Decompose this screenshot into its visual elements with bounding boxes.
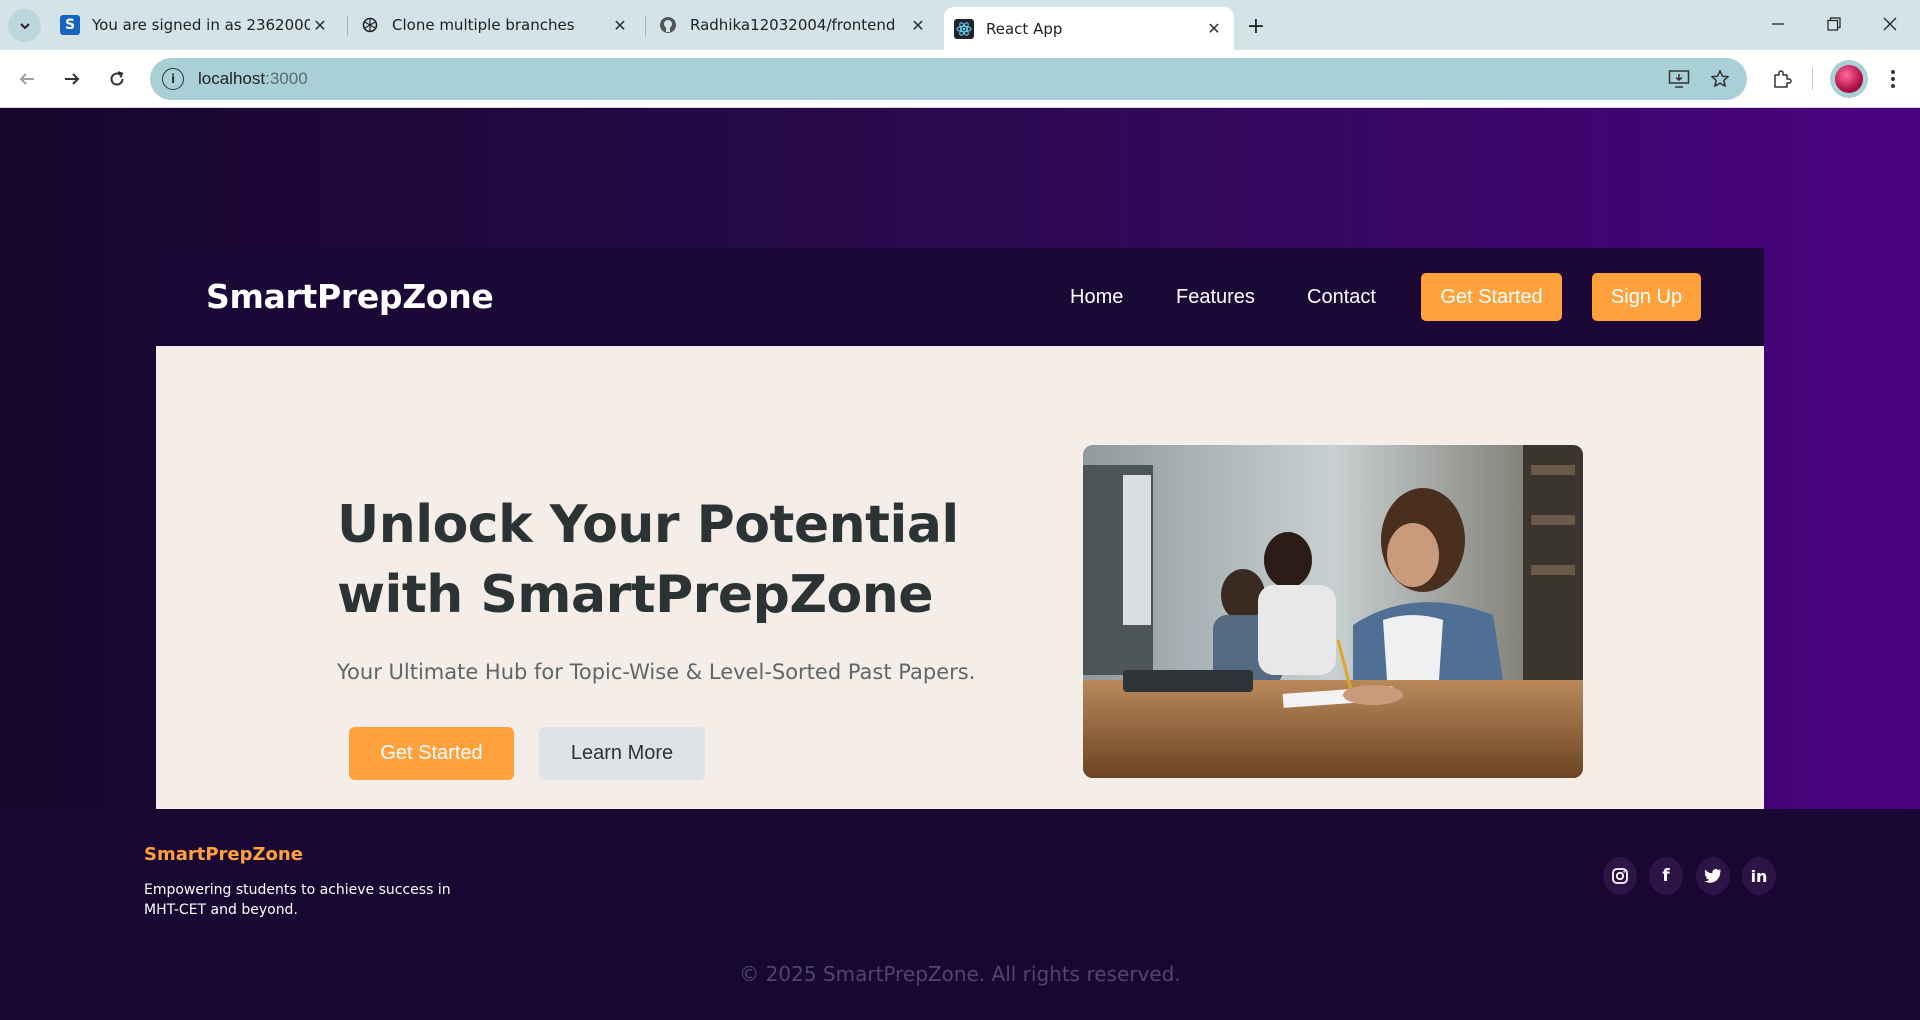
forward-button[interactable] xyxy=(55,62,89,96)
extensions-button[interactable] xyxy=(1765,62,1799,96)
hero-title: Unlock Your Potential with SmartPrepZone xyxy=(337,495,959,625)
footer-tagline: Empowering students to achieve success i… xyxy=(144,882,451,918)
close-icon xyxy=(1883,17,1897,31)
nav-link-home[interactable]: Home xyxy=(1070,286,1123,309)
toolbar-divider xyxy=(1812,68,1813,90)
address-bar[interactable]: i localhost:3000 xyxy=(150,58,1747,100)
student-studying-illustration xyxy=(1083,445,1583,778)
s-icon: S xyxy=(60,15,80,35)
chevron-down-icon xyxy=(19,22,30,29)
tab-signed-in[interactable]: S You are signed in as 23620009 ✕ xyxy=(50,7,340,43)
arrow-right-icon xyxy=(65,73,80,85)
reload-icon xyxy=(110,71,124,86)
site-logo[interactable]: SmartPrepZone xyxy=(206,277,494,316)
hero-section: Unlock Your Potential with SmartPrepZone… xyxy=(156,346,1764,809)
nav-link-contact[interactable]: Contact xyxy=(1307,286,1376,309)
close-window-button[interactable] xyxy=(1862,0,1918,48)
close-tab-icon[interactable]: ✕ xyxy=(1204,19,1224,39)
tab-search-button[interactable] xyxy=(8,9,41,42)
instagram-icon[interactable] xyxy=(1603,857,1637,895)
site-navbar: SmartPrepZone Home Features Contact Get … xyxy=(156,248,1764,346)
browser-tab-bar: S You are signed in as 23620009 ✕ Clone … xyxy=(0,0,1920,50)
nav-link-features[interactable]: Features xyxy=(1176,286,1255,309)
tab-divider xyxy=(347,16,348,36)
copyright-text: © 2025 SmartPrepZone. All rights reserve… xyxy=(739,962,1181,986)
nav-get-started-button[interactable]: Get Started xyxy=(1421,273,1562,321)
arrow-left-icon xyxy=(19,73,34,85)
restore-button[interactable] xyxy=(1806,0,1862,48)
browser-toolbar: i localhost:3000 xyxy=(0,50,1920,108)
footer-brand: SmartPrepZone xyxy=(144,844,303,865)
site-info-icon[interactable]: i xyxy=(162,68,184,90)
nav-sign-up-button[interactable]: Sign Up xyxy=(1592,273,1701,321)
close-tab-icon[interactable]: ✕ xyxy=(310,15,330,35)
linkedin-icon[interactable]: in xyxy=(1742,857,1776,895)
profile-avatar[interactable] xyxy=(1830,60,1868,98)
hero-subtitle: Your Ultimate Hub for Topic-Wise & Level… xyxy=(337,660,976,684)
reload-button[interactable] xyxy=(100,62,134,96)
url-text: localhost:3000 xyxy=(198,69,308,88)
minimize-icon xyxy=(1772,23,1784,25)
more-vertical-icon xyxy=(1891,70,1895,88)
close-tab-icon[interactable]: ✕ xyxy=(610,15,630,35)
close-tab-icon[interactable]: ✕ xyxy=(908,15,928,35)
install-app-icon[interactable] xyxy=(1666,66,1692,92)
hero-learn-more-button[interactable]: Learn More xyxy=(539,727,705,780)
back-button[interactable] xyxy=(10,62,44,96)
restore-icon xyxy=(1827,17,1841,31)
tab-react-app[interactable]: React App ✕ xyxy=(944,7,1234,50)
new-tab-button[interactable]: + xyxy=(1239,9,1273,43)
react-icon xyxy=(954,18,974,39)
bookmark-star-icon[interactable] xyxy=(1707,66,1733,92)
minimize-button[interactable] xyxy=(1750,0,1806,48)
tab-github-frontend[interactable]: Radhika12032004/frontend ✕ xyxy=(648,7,938,43)
page-viewport: SmartPrepZone Home Features Contact Get … xyxy=(0,108,1920,1020)
avatar-image xyxy=(1835,65,1863,93)
tab-clone-branches[interactable]: Clone multiple branches ✕ xyxy=(350,7,640,43)
hero-student-image xyxy=(1083,445,1583,778)
chatgpt-icon xyxy=(360,15,380,35)
browser-menu-button[interactable] xyxy=(1876,62,1910,96)
puzzle-icon xyxy=(1774,70,1792,88)
hero-get-started-button[interactable]: Get Started xyxy=(349,727,514,780)
facebook-icon[interactable]: f xyxy=(1649,857,1683,895)
twitter-icon[interactable] xyxy=(1696,857,1730,895)
tab-divider xyxy=(645,16,646,36)
github-icon xyxy=(658,15,678,35)
